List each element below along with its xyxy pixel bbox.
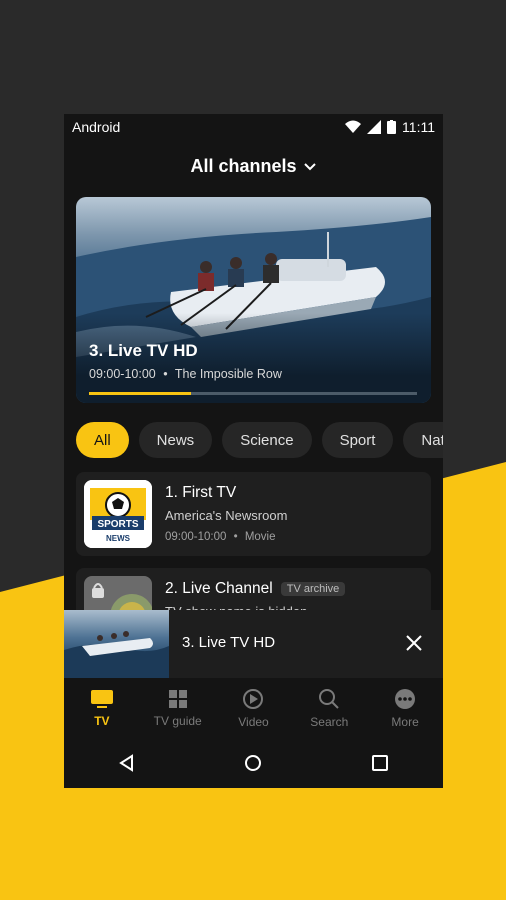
category-filters: All News Science Sport Natu [76, 422, 443, 458]
wifi-icon [345, 120, 362, 133]
lock-icon [92, 588, 104, 598]
channel-title: 2. Live Channel TV archive [165, 580, 346, 598]
filter-science[interactable]: Science [222, 422, 312, 458]
hero-progress-fill [89, 392, 191, 395]
mini-player[interactable]: 3. Live TV HD [64, 610, 443, 678]
filter-all[interactable]: All [76, 422, 129, 458]
close-icon[interactable] [401, 630, 427, 656]
chevron-down-icon [303, 162, 316, 170]
status-bar: Android 11:11 [64, 114, 443, 140]
channel-logo-sports-news: SPORTS NEWS [84, 480, 152, 548]
svg-text:SPORTS: SPORTS [97, 519, 138, 530]
hero-program: The Imposible Row [174, 367, 282, 381]
filter-sport[interactable]: Sport [321, 422, 394, 458]
clock: 11:11 [402, 119, 435, 135]
mini-player-thumbnail [64, 610, 169, 678]
svg-text:NEWS: NEWS [106, 534, 131, 543]
grid-icon [168, 689, 187, 708]
filter-nature[interactable]: Natu [403, 422, 443, 458]
tv-icon [90, 689, 113, 708]
nav-tv-guide[interactable]: TV guide [140, 679, 216, 737]
phone-screen: Android 11:11 All channels 3. Live TV HD… [64, 114, 443, 788]
nav-video[interactable]: Video [216, 679, 292, 737]
hero-channel-title: 3. Live TV HD [89, 341, 198, 360]
play-circle-icon [243, 688, 264, 709]
recents-icon[interactable] [370, 753, 390, 773]
channel-program: America's Newsroom [165, 508, 288, 523]
mini-player-title: 3. Live TV HD [182, 634, 276, 651]
home-icon[interactable] [243, 753, 263, 773]
channel-title: 1. First TV [165, 484, 237, 501]
nav-more[interactable]: More [367, 679, 443, 737]
back-icon[interactable] [117, 753, 137, 773]
hero-live-card[interactable]: 3. Live TV HD 09:00-10:00 • The Imposibl… [76, 197, 431, 403]
hero-time: 09:00-10:00 [89, 367, 156, 381]
nav-tv[interactable]: TV [64, 679, 140, 737]
system-navigation-bar [64, 737, 443, 788]
signal-icon [367, 120, 382, 134]
channel-meta: 09:00-10:00 • Movie [165, 531, 276, 543]
hero-program-info: 09:00-10:00 • The Imposible Row [89, 367, 282, 381]
channel-item-first-tv[interactable]: SPORTS NEWS 1. First TV America's Newsro… [76, 472, 431, 556]
channel-group-selector[interactable]: All channels [64, 156, 443, 177]
nav-search[interactable]: Search [291, 679, 367, 737]
search-icon [319, 688, 339, 709]
page-title: All channels [190, 156, 297, 176]
carrier-label: Android [72, 119, 121, 135]
filter-news[interactable]: News [138, 422, 213, 458]
bottom-navigation: TV TV guide Video Search More [64, 679, 443, 737]
battery-icon [387, 120, 397, 134]
tv-archive-badge: TV archive [280, 581, 346, 596]
hero-progress-bar [89, 392, 417, 395]
more-icon [395, 688, 416, 709]
